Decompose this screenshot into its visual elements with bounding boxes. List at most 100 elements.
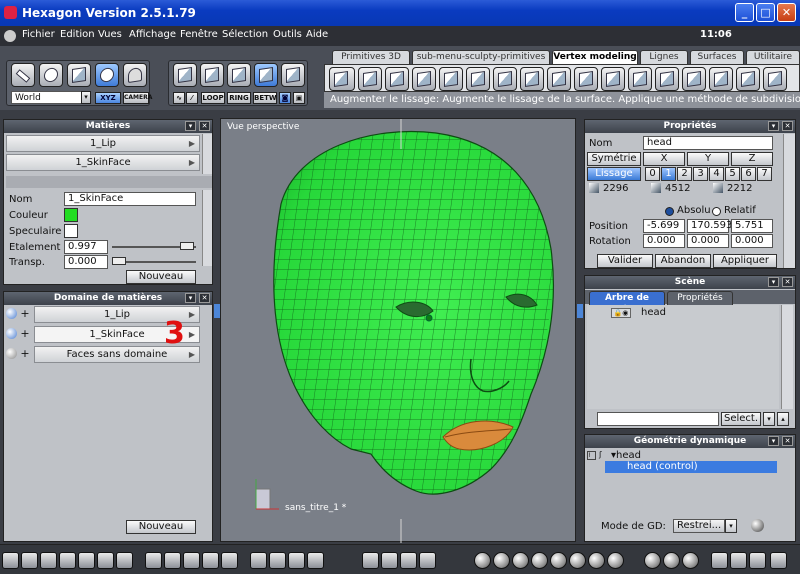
layout-4-icon[interactable] <box>59 552 76 569</box>
spin-edge-icon[interactable] <box>601 67 625 91</box>
material3-sphere-icon[interactable] <box>682 552 699 569</box>
panel-menu-icon[interactable]: ▾ <box>185 293 196 303</box>
relatif-radio[interactable] <box>712 207 721 216</box>
egg-icon[interactable] <box>95 63 119 87</box>
scene-scrollbar[interactable] <box>781 305 793 409</box>
calendar-icon[interactable] <box>221 552 238 569</box>
axis-x-button[interactable]: X <box>643 152 685 166</box>
layout-6-icon[interactable] <box>97 552 114 569</box>
etalement-slider-handle[interactable] <box>180 242 194 250</box>
mirror-icon[interactable] <box>682 67 706 91</box>
geometry-item-head[interactable]: ▾head <box>611 450 641 461</box>
panel-close-icon[interactable]: ✕ <box>199 293 210 303</box>
smooth-level-3[interactable]: 3 <box>693 167 708 181</box>
rotation-y-field[interactable]: 0.000 <box>687 234 729 248</box>
color-swatch[interactable] <box>64 208 78 222</box>
smooth-level-2[interactable]: 2 <box>677 167 692 181</box>
tab-scene-properties[interactable]: Propriétés <box>667 291 733 305</box>
layout-3-icon[interactable] <box>40 552 57 569</box>
select-face-icon[interactable] <box>200 63 224 87</box>
smooth-level-4[interactable]: 4 <box>709 167 724 181</box>
close-button[interactable]: ✕ <box>777 3 796 22</box>
star-icon[interactable] <box>628 67 652 91</box>
render-icon[interactable] <box>770 552 787 569</box>
bridge-icon[interactable] <box>493 67 517 91</box>
loop-button[interactable]: LOOP <box>201 92 225 104</box>
zoom-icon[interactable] <box>288 552 305 569</box>
tab-scene-tree[interactable]: Arbre de scène <box>589 291 665 315</box>
visibility-icon[interactable] <box>6 328 17 339</box>
rotation-x-field[interactable]: 0.000 <box>643 234 685 248</box>
slice-icon[interactable] <box>574 67 598 91</box>
white-sphere-icon[interactable] <box>607 552 624 569</box>
tab-primitives-3d[interactable]: Primitives 3D <box>332 50 410 64</box>
specular-swatch[interactable] <box>64 224 78 238</box>
tab-sculpty-primitives[interactable]: sub-menu-sculpty-primitives <box>412 50 550 64</box>
material-name-field[interactable]: 1_SkinFace <box>64 192 196 206</box>
menu-outils[interactable]: Outils <box>273 29 302 40</box>
smooth-level-6[interactable]: 6 <box>741 167 756 181</box>
absolu-radio[interactable] <box>665 207 674 216</box>
grid-sphere-icon[interactable] <box>531 552 548 569</box>
lock-eye-icon[interactable]: 🔒◉ <box>611 308 631 318</box>
new-material-button[interactable]: Nouveau <box>126 270 196 284</box>
tweak-icon[interactable] <box>412 67 436 91</box>
panel-close-icon[interactable]: ✕ <box>782 121 793 131</box>
properties-scrollbar[interactable] <box>783 134 795 268</box>
menu-aide[interactable]: Aide <box>306 29 328 40</box>
smooth-sphere-icon[interactable] <box>512 552 529 569</box>
geometry-item-head-control[interactable]: head (control) <box>605 461 777 473</box>
object-name-field[interactable]: head <box>643 136 773 150</box>
materials-scrollbar[interactable] <box>202 134 212 174</box>
head-mesh[interactable] <box>221 119 577 543</box>
smooth-level-1[interactable]: 1 <box>661 167 676 181</box>
add-icon[interactable]: + <box>19 327 31 341</box>
figure-icon[interactable] <box>123 63 147 87</box>
menu-affichage[interactable]: Affichage <box>129 29 176 40</box>
link-icon[interactable]: ʃ <box>599 451 608 460</box>
maximize-button[interactable]: □ <box>756 3 775 22</box>
subdivide-icon[interactable] <box>763 67 787 91</box>
reset-mode-icon[interactable]: ▣ <box>293 92 305 104</box>
right-collapse-handle[interactable] <box>577 304 583 318</box>
symmetry-button[interactable]: Symétrie <box>587 152 641 166</box>
pan-icon[interactable] <box>269 552 286 569</box>
add-icon[interactable]: + <box>19 347 31 361</box>
pointer-icon[interactable] <box>11 63 35 87</box>
panel-menu-icon[interactable]: ▾ <box>185 121 196 131</box>
select-object-icon[interactable] <box>173 63 197 87</box>
paint-icon[interactable] <box>164 552 181 569</box>
sculpt-icon[interactable] <box>466 67 490 91</box>
transp-field[interactable]: 0.000 <box>64 255 108 269</box>
grid-alt-icon[interactable] <box>202 552 219 569</box>
material-props-scrollbar[interactable] <box>202 190 212 266</box>
ring-button[interactable]: RING <box>227 92 251 104</box>
graph-icon[interactable]: ⌇ <box>587 451 596 460</box>
new-domain-button[interactable]: Nouveau <box>126 520 196 534</box>
app-menu-icon[interactable] <box>4 30 16 42</box>
tab-vertex-modeling[interactable]: Vertex modeling <box>552 50 638 64</box>
wireframe-sphere-icon[interactable] <box>474 552 491 569</box>
menu-selection[interactable]: Sélection <box>222 29 268 40</box>
snap-icon[interactable] <box>711 552 728 569</box>
bevel-icon[interactable] <box>385 67 409 91</box>
eye-icon[interactable] <box>307 552 324 569</box>
between-button[interactable]: BETW <box>253 92 277 104</box>
cube-view-icon[interactable] <box>730 552 747 569</box>
camera-button[interactable]: CAMERA <box>123 92 152 104</box>
panel-close-icon[interactable]: ✕ <box>782 277 793 287</box>
cube-icon[interactable] <box>358 67 382 91</box>
add-icon[interactable]: + <box>19 307 31 321</box>
menu-vues[interactable]: Vues <box>98 29 122 40</box>
tab-utilitaire[interactable]: Utilitaire <box>746 50 800 64</box>
menu-fenetre[interactable]: Fenêtre <box>180 29 218 40</box>
select-vertex-icon[interactable] <box>254 63 278 87</box>
material2-sphere-icon[interactable] <box>663 552 680 569</box>
validate-button[interactable]: Valider <box>597 254 653 268</box>
scale-icon[interactable] <box>419 552 436 569</box>
layout-5-icon[interactable] <box>78 552 95 569</box>
panel-close-icon[interactable]: ✕ <box>782 436 793 446</box>
material-item-lip[interactable]: 1_Lip ▶ <box>6 135 200 152</box>
panel-menu-icon[interactable]: ▾ <box>768 277 779 287</box>
panel-close-icon[interactable]: ✕ <box>199 121 210 131</box>
